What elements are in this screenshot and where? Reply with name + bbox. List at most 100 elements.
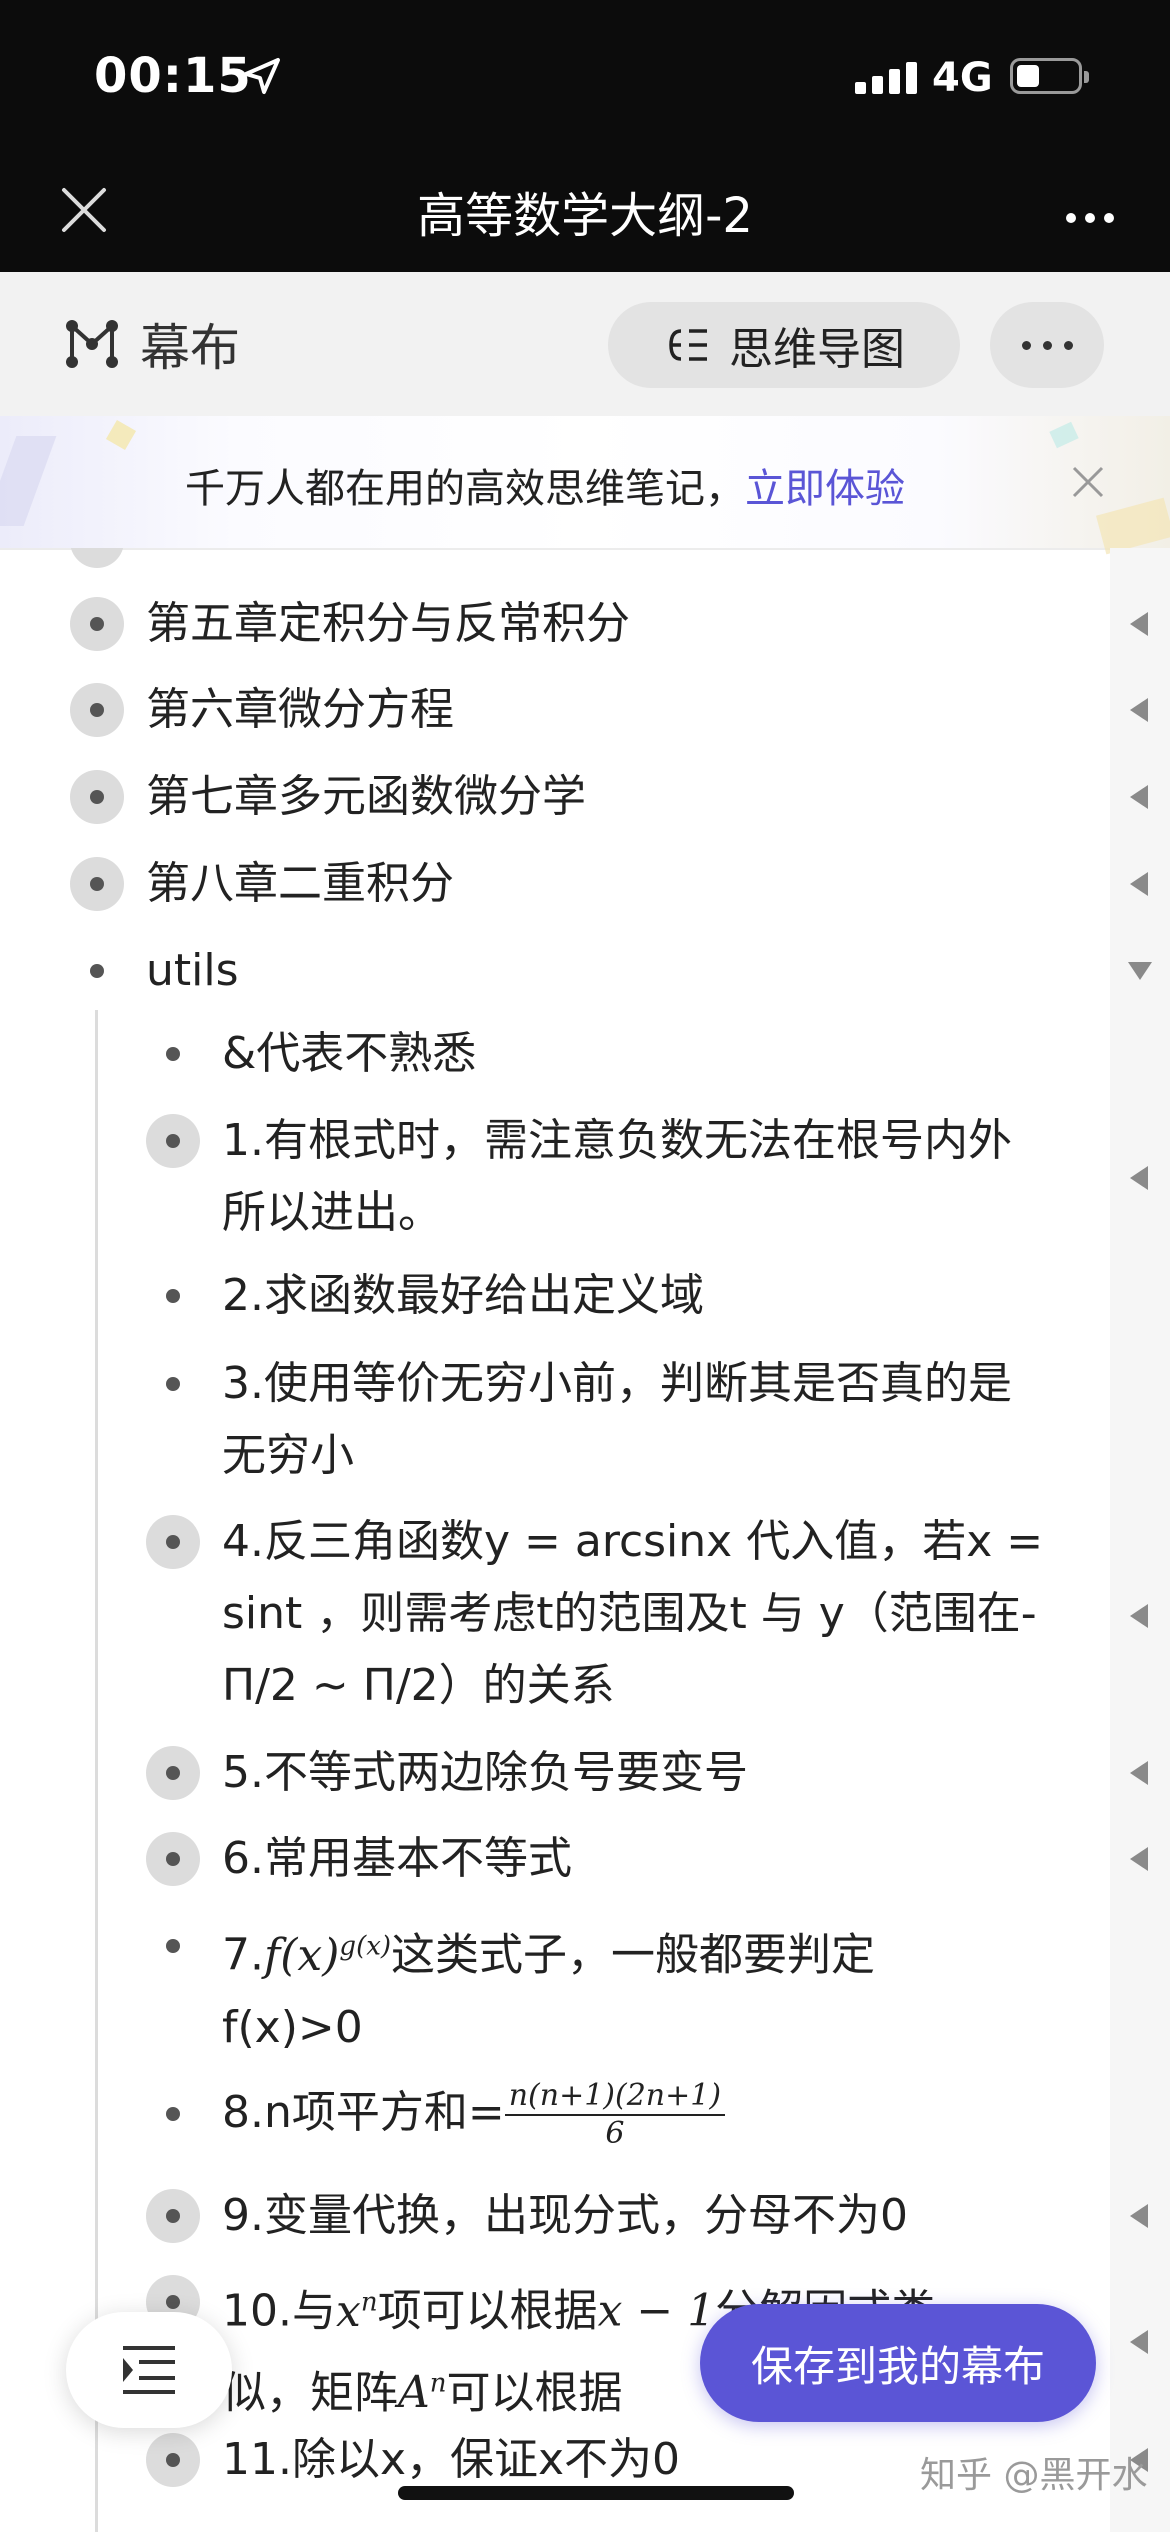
page-title: 高等数学大纲-2 <box>417 188 753 244</box>
item-prefix: 7. <box>222 1929 264 1981</box>
item-line: f(x)>0 <box>222 2001 363 2053</box>
banner-decoration <box>1096 497 1170 555</box>
close-banner-icon[interactable] <box>1070 464 1106 500</box>
list-item[interactable]: 1.有根式时，需注意负数无法在根号内外所以进出。 <box>0 1105 1100 1249</box>
expand-arrow-icon[interactable] <box>1130 2330 1148 2354</box>
item-text: 7.f(x)g(x)这类式子，一般都要判定 f(x)>0 <box>222 1910 1052 2064</box>
brand-name: 幕布 <box>140 319 240 377</box>
list-item[interactable] <box>0 548 1100 568</box>
item-fragment: 10.与 <box>222 2285 336 2337</box>
item-text: 8.n项平方和= n(n+1)(2n+1) 6 <box>222 2077 1052 2152</box>
status-bar: 00:15 4G <box>0 0 1170 150</box>
item-fragment: 似，矩阵 <box>222 2367 398 2419</box>
formula: x − 1 <box>597 2285 716 2337</box>
chapter-title: 第七章多元函数微分学 <box>146 771 586 822</box>
expand-arrow-icon[interactable] <box>1130 698 1148 722</box>
bullet-collapsed[interactable] <box>146 2433 200 2487</box>
location-arrow-icon <box>244 58 280 94</box>
network-type: 4G <box>932 55 993 101</box>
collapse-arrow-icon[interactable] <box>1128 962 1152 980</box>
status-time: 00:15 <box>94 48 252 104</box>
promo-banner: 千万人都在用的高效思维笔记，立即体验 <box>0 416 1170 555</box>
item-text: 5.不等式两边除负号要变号 <box>222 1747 748 1798</box>
expand-arrow-icon[interactable] <box>1130 612 1148 636</box>
bullet-collapsed[interactable] <box>70 548 124 568</box>
list-item[interactable]: 5.不等式两边除负号要变号 <box>0 1737 1100 1809</box>
mindmap-button[interactable]: 思维导图 <box>608 302 960 388</box>
expand-arrow-icon[interactable] <box>1130 1847 1148 1871</box>
promo-message: 千万人都在用的高效思维笔记， <box>185 466 745 512</box>
numerator: n(n+1)(2n+1) <box>504 2078 726 2116</box>
formula: f(x)g(x) <box>263 1929 392 1981</box>
expand-arrow-icon[interactable] <box>1130 1604 1148 1628</box>
bullet-collapsed[interactable] <box>70 683 124 737</box>
list-item[interactable]: 9.变量代换，出现分式，分母不为0 <box>0 2180 1100 2252</box>
bullet-collapsed[interactable] <box>146 1832 200 1886</box>
bullet-collapsed[interactable] <box>146 1746 200 1800</box>
list-item[interactable]: 8.n项平方和= n(n+1)(2n+1) 6 <box>0 2073 1100 2163</box>
banner-decoration <box>105 419 137 451</box>
list-item[interactable]: 第八章二重积分 <box>0 848 1100 920</box>
nav-bar: 高等数学大纲-2 <box>0 150 1170 272</box>
banner-decoration <box>1049 421 1079 449</box>
denominator: 6 <box>605 2116 625 2151</box>
list-item[interactable]: 7.f(x)g(x)这类式子，一般都要判定 f(x)>0 <box>0 1910 1100 2060</box>
list-item[interactable]: 第五章定积分与反常积分 <box>0 588 1100 660</box>
item-text: &代表不熟悉 <box>222 1028 477 1079</box>
bullet[interactable] <box>146 1269 200 1323</box>
list-item[interactable]: 3.使用等价无穷小前，判断其是否真的是无穷小 <box>0 1348 1100 1492</box>
formula: xn <box>335 2285 378 2337</box>
list-indent-icon <box>123 2346 175 2394</box>
bullet-collapsed[interactable] <box>146 1114 200 1168</box>
formula: An <box>398 2367 447 2419</box>
bullet-collapsed[interactable] <box>70 857 124 911</box>
bullet-collapsed[interactable] <box>146 2189 200 2243</box>
promo-text: 千万人都在用的高效思维笔记，立即体验 <box>0 456 1090 514</box>
expand-arrow-icon[interactable] <box>1130 872 1148 896</box>
watermark: 知乎 @黑开水 <box>920 2455 1148 2496</box>
item-prefix: 8.n项平方和= <box>222 2087 505 2138</box>
promo-link[interactable]: 立即体验 <box>745 466 905 512</box>
expand-arrow-icon[interactable] <box>1130 1166 1148 1190</box>
list-item[interactable]: 6.常用基本不等式 <box>0 1823 1100 1895</box>
mindmap-label: 思维导图 <box>729 324 905 375</box>
bullet[interactable] <box>70 944 124 998</box>
utils-title: utils <box>146 945 239 996</box>
chapter-title: 第五章定积分与反常积分 <box>146 598 630 649</box>
expand-arrow-icon[interactable] <box>1130 2204 1148 2228</box>
list-item[interactable]: utils <box>0 935 1100 1007</box>
list-item[interactable]: 4.反三角函数y = arcsinx 代入值，若x = sint ，则需考虑t的… <box>0 1506 1100 1722</box>
collapse-column <box>1110 548 1170 2532</box>
item-suffix: 这类式子，一般都要判定 <box>391 1929 876 1981</box>
bullet[interactable] <box>146 1919 200 1973</box>
expand-arrow-icon[interactable] <box>1130 785 1148 809</box>
item-fragment: 项可以根据 <box>377 2285 598 2337</box>
list-item[interactable]: 第七章多元函数微分学 <box>0 761 1100 833</box>
bullet-collapsed[interactable] <box>70 770 124 824</box>
outline-menu-button[interactable] <box>66 2312 232 2428</box>
more-options-icon[interactable] <box>1057 208 1114 227</box>
item-fragment: 可以根据 <box>446 2367 623 2419</box>
outline-content: 第五章定积分与反常积分 第六章微分方程 第七章多元函数微分学 第八章二重积分 u… <box>0 548 1170 2532</box>
bullet[interactable] <box>146 1027 200 1081</box>
save-to-mubu-button[interactable]: 保存到我的幕布 <box>700 2304 1096 2422</box>
bullet[interactable] <box>146 2087 200 2141</box>
app-header: 幕布 思维导图 <box>0 272 1170 416</box>
bullet-collapsed[interactable] <box>146 1515 200 1569</box>
battery-icon <box>1010 58 1089 94</box>
list-item[interactable]: 2.求函数最好给出定义域 <box>0 1260 1100 1332</box>
list-item[interactable]: 第六章微分方程 <box>0 674 1100 746</box>
mindmap-icon <box>669 329 707 361</box>
bullet-collapsed[interactable] <box>70 597 124 651</box>
header-more-button[interactable] <box>990 302 1104 388</box>
item-text: 9.变量代换，出现分式，分母不为0 <box>222 2190 908 2241</box>
list-item[interactable]: &代表不熟悉 <box>0 1018 1100 1090</box>
fraction: n(n+1)(2n+1) 6 <box>504 2078 726 2152</box>
item-text: 6.常用基本不等式 <box>222 1833 572 1884</box>
bullet[interactable] <box>146 1357 200 1411</box>
home-indicator[interactable] <box>398 2486 794 2500</box>
item-text: 3.使用等价无穷小前，判断其是否真的是无穷小 <box>222 1358 1012 1481</box>
brand[interactable]: 幕布 <box>64 314 240 377</box>
item-text: 1.有根式时，需注意负数无法在根号内外所以进出。 <box>222 1115 1012 1238</box>
expand-arrow-icon[interactable] <box>1130 1761 1148 1785</box>
